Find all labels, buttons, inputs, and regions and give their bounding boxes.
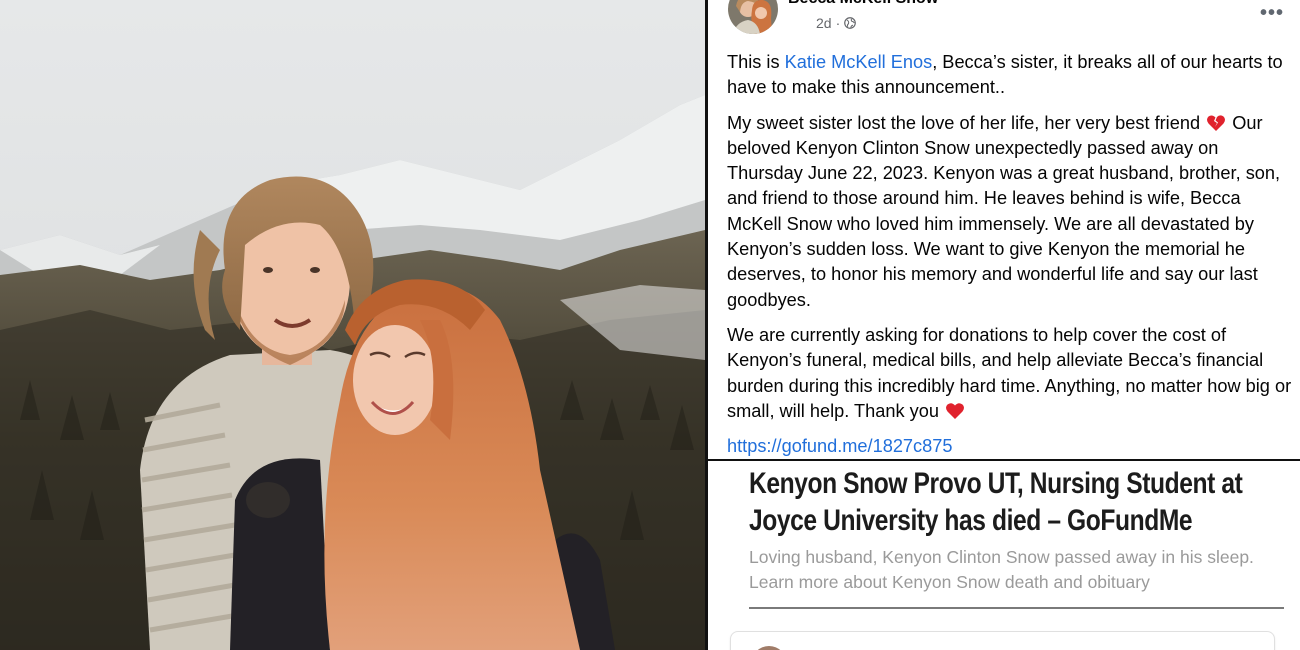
globe-icon [844,17,857,29]
post-time[interactable]: 2d [816,15,832,31]
post-paragraph-2: My sweet sister lost the love of her lif… [727,111,1293,313]
article-rule [749,607,1284,609]
article-preview: Kenyon Snow Provo UT, Nursing Student at… [708,461,1300,650]
article-description: Loving husband, Kenyon Clinton Snow pass… [749,547,1254,592]
p2-start: My sweet sister lost the love of her lif… [727,112,1201,133]
p2-rest: Our beloved Kenyon Clinton Snow unexpect… [727,112,1281,310]
mention-link[interactable]: Katie McKell Enos [785,52,933,72]
author-name[interactable]: Becca McKell Snow [788,0,938,8]
p1-intro: This is [727,52,785,72]
couple-photo-image [0,0,705,650]
gofundme-link[interactable]: https://gofund.me/1827c875 [727,434,953,459]
broken-heart-icon [1207,114,1226,131]
author-avatar[interactable] [728,0,778,34]
facebook-post: Becca McKell Snow 2d · ••• This is Katie… [708,0,1300,460]
red-heart-icon [946,403,965,419]
post-paragraph-3: We are currently asking for donations to… [727,323,1293,424]
post-text: This is Katie McKell Enos, Becca’s siste… [727,50,1293,459]
article-title[interactable]: Kenyon Snow Provo UT, Nursing Student at… [749,465,1269,539]
more-options-icon[interactable]: ••• [1260,2,1284,25]
commenter-avatar[interactable] [751,646,787,650]
comment-card [730,631,1275,650]
couple-photo [0,0,705,650]
post-paragraph-1: This is Katie McKell Enos, Becca’s siste… [727,50,1293,101]
post-header: Becca McKell Snow 2d · ••• [728,0,1288,40]
p3-text: We are currently asking for donations to… [727,324,1292,421]
post-meta: 2d · [816,15,857,31]
